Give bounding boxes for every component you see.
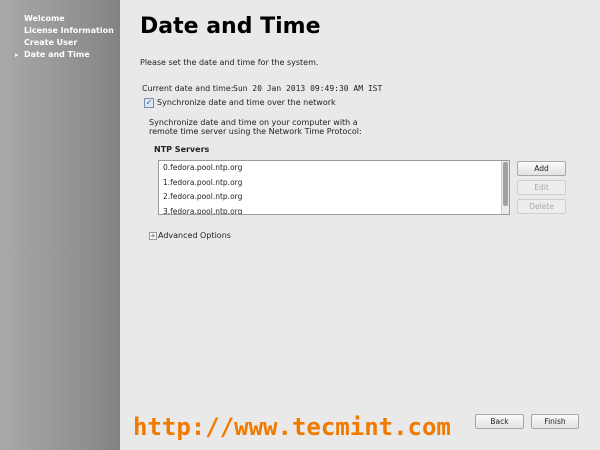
sidebar: Welcome License Information Create User … <box>0 0 120 450</box>
list-item[interactable]: 1.fedora.pool.ntp.org <box>159 176 509 191</box>
sync-checkbox[interactable]: ✓ <box>144 98 154 108</box>
step-label: Date and Time <box>24 50 90 59</box>
add-button[interactable]: Add <box>517 161 566 176</box>
sync-description-line1: Synchronize date and time on your comput… <box>149 118 358 127</box>
edit-button[interactable]: Edit <box>517 180 566 195</box>
step-date-and-time: ▸ Date and Time <box>0 50 120 60</box>
back-button[interactable]: Back <box>475 414 524 429</box>
watermark-text: http://www.tecmint.com <box>133 413 451 441</box>
step-label: Create User <box>24 38 78 47</box>
step-welcome: Welcome <box>0 14 120 24</box>
scrollbar-thumb[interactable] <box>503 162 508 206</box>
main-panel: Date and Time Please set the date and ti… <box>120 0 600 450</box>
current-datetime-label: Current date and time: <box>142 84 234 93</box>
intro-text: Please set the date and time for the sys… <box>140 58 319 67</box>
step-label: License Information <box>24 26 114 35</box>
expander-plus-icon[interactable]: + <box>149 232 157 240</box>
finish-button[interactable]: Finish <box>531 414 579 429</box>
list-item[interactable]: 2.fedora.pool.ntp.org <box>159 190 509 205</box>
list-item[interactable]: 3.fedora.pool.ntp.org <box>159 205 509 215</box>
step-label: Welcome <box>24 14 65 23</box>
ntp-server-list[interactable]: 0.fedora.pool.ntp.org 1.fedora.pool.ntp.… <box>158 160 510 215</box>
firstboot-steps: Welcome License Information Create User … <box>0 14 120 62</box>
checkmark-icon: ✓ <box>145 98 153 107</box>
page-title: Date and Time <box>140 14 321 39</box>
delete-button[interactable]: Delete <box>517 199 566 214</box>
step-license-information: License Information <box>0 26 120 36</box>
sync-description-line2: remote time server using the Network Tim… <box>149 127 362 136</box>
ntp-servers-heading: NTP Servers <box>154 145 210 154</box>
current-datetime-value: Sun 20 Jan 2013 09:49:30 AM IST <box>233 84 383 93</box>
list-scrollbar[interactable] <box>501 161 509 214</box>
sync-checkbox-label[interactable]: Synchronize date and time over the netwo… <box>157 98 336 107</box>
list-item[interactable]: 0.fedora.pool.ntp.org <box>159 161 509 176</box>
advanced-options-toggle[interactable]: Advanced Options <box>158 231 231 240</box>
current-step-arrow-icon: ▸ <box>15 51 19 59</box>
step-create-user: Create User <box>0 38 120 48</box>
